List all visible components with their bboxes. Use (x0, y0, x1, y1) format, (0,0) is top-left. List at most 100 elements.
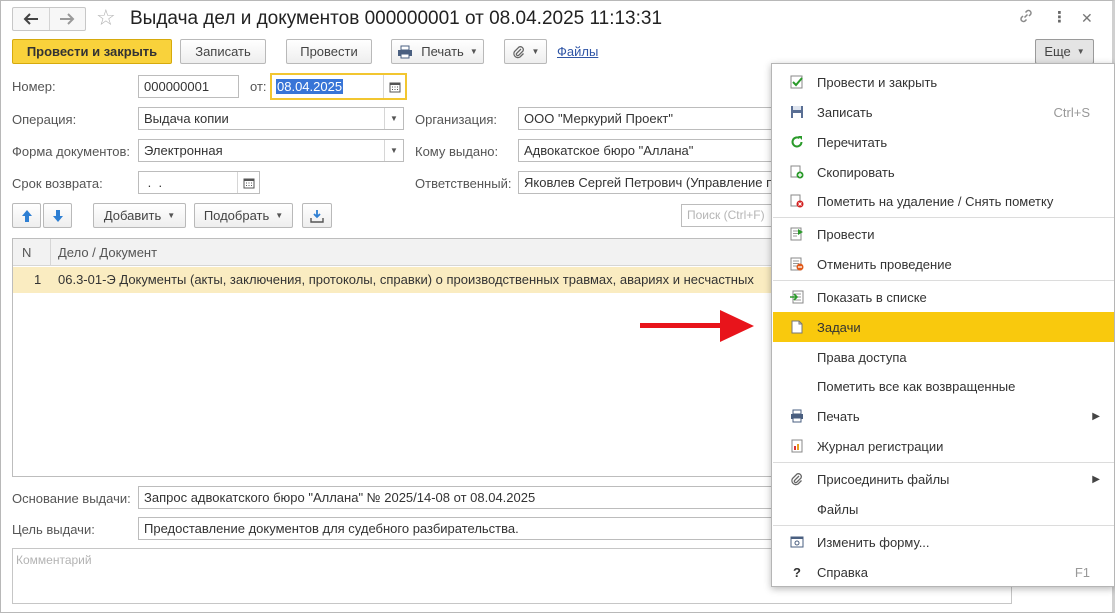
date-value: 08.04.2025 (276, 79, 344, 94)
chevron-down-icon: ▼ (531, 47, 540, 56)
delete-mark-icon (789, 193, 805, 209)
responsible-value: Яковлев Сергей Петрович (Управление п (524, 175, 774, 190)
row-number: 1 (34, 272, 42, 287)
chevron-right-icon: ▶ (1092, 473, 1100, 485)
number-label: Номер: (12, 79, 56, 94)
more-button[interactable]: Еще ▼ (1035, 39, 1094, 64)
arrow-right-icon (60, 13, 75, 25)
comment-placeholder: Комментарий (16, 553, 92, 567)
menu-item-help[interactable]: ? Справка F1 (773, 557, 1114, 587)
chevron-down-icon[interactable]: ▼ (384, 108, 403, 129)
menu-shortcut: Ctrl+S (1053, 104, 1090, 120)
back-button[interactable] (13, 8, 49, 30)
menu-item-unpost[interactable]: Отменить проведение (773, 249, 1114, 279)
move-up-button[interactable] (12, 203, 41, 228)
purpose-field[interactable]: Предоставление документов для судебного … (138, 517, 778, 540)
more-vertical-icon[interactable]: ⋮ (1052, 8, 1067, 28)
menu-item-label: Перечитать (817, 134, 888, 150)
basis-field[interactable]: Запрос адвокатского бюро "Аллана" № 2025… (138, 486, 778, 509)
menu-item-delete-mark[interactable]: Пометить на удаление / Снять пометку (773, 186, 1114, 216)
calendar-button[interactable] (383, 75, 405, 98)
menu-item-refresh[interactable]: Перечитать (773, 127, 1114, 157)
red-arrow-icon (640, 310, 754, 342)
number-value: 000000001 (144, 79, 210, 94)
print-button[interactable]: Печать ▼ (391, 39, 484, 64)
menu-item-print[interactable]: Печать ▶ (773, 401, 1114, 431)
menu-item-event-log[interactable]: Журнал регистрации (773, 431, 1114, 461)
chevron-down-icon: ▼ (1076, 47, 1085, 56)
number-field[interactable]: 000000001 (138, 75, 239, 98)
menu-item-label: Печать (817, 408, 860, 424)
menu-separator (773, 525, 1114, 526)
menu-separator (773, 217, 1114, 218)
menu-item-label: Пометить на удаление / Снять пометку (817, 193, 1054, 209)
organization-value: ООО "Меркурий Проект" (524, 111, 673, 126)
responsible-label: Ответственный: (415, 176, 512, 191)
calendar-icon (389, 82, 400, 92)
menu-item-label: Пометить все как возвращенные (817, 378, 1016, 394)
add-label: Добавить (103, 208, 162, 223)
post-button[interactable]: Провести (286, 39, 372, 64)
menu-item-access-rights[interactable]: Права доступа (773, 342, 1114, 372)
link-icon[interactable] (1018, 8, 1034, 30)
save-label: Записать (195, 44, 251, 59)
menu-item-files[interactable]: Файлы (773, 494, 1114, 524)
post-icon (789, 226, 805, 242)
menu-item-copy[interactable]: Скопировать (773, 157, 1114, 187)
menu-item-label: Задачи (817, 319, 861, 335)
menu-item-save[interactable]: Записать Ctrl+S (773, 97, 1114, 127)
post-and-close-button[interactable]: Провести и закрыть (12, 39, 172, 64)
basis-value: Запрос адвокатского бюро "Аллана" № 2025… (144, 490, 536, 505)
pick-button[interactable]: Подобрать ▼ (194, 203, 293, 228)
menu-item-label: Права доступа (817, 349, 907, 365)
doc-form-select[interactable]: Электронная ▼ (138, 139, 404, 162)
column-document[interactable]: Дело / Документ (58, 245, 157, 260)
menu-item-mark-all-returned[interactable]: Пометить все как возвращенные (773, 371, 1114, 401)
show-in-list-icon (789, 289, 805, 305)
move-down-button[interactable] (43, 203, 72, 228)
operation-value: Выдача копии (144, 111, 229, 126)
close-icon[interactable]: ✕ (1081, 8, 1093, 28)
printer-icon (398, 45, 413, 58)
doc-form-label: Форма документов: (12, 144, 131, 159)
operation-select[interactable]: Выдача копии ▼ (138, 107, 404, 130)
organization-field[interactable]: ООО "Меркурий Проект" (518, 107, 778, 130)
search-placeholder: Поиск (Ctrl+F) (687, 208, 765, 222)
date-field[interactable]: 08.04.2025 (270, 73, 407, 100)
column-n[interactable]: N (22, 245, 31, 260)
save-button[interactable]: Записать (180, 39, 266, 64)
return-date-field[interactable]: . . (138, 171, 260, 194)
tasks-icon (789, 319, 805, 335)
calendar-button[interactable] (237, 172, 259, 193)
menu-separator (773, 280, 1114, 281)
arrow-down-icon (52, 209, 63, 222)
favorite-star-icon[interactable]: ☆ (96, 6, 116, 30)
menu-item-post[interactable]: Провести (773, 219, 1114, 249)
menu-item-post-close[interactable]: Провести и закрыть (773, 67, 1114, 97)
post-and-close-label: Провести и закрыть (26, 44, 158, 59)
forward-button[interactable] (48, 8, 86, 30)
pick-label: Подобрать (203, 208, 270, 223)
menu-item-show-in-list[interactable]: Показать в списке (773, 282, 1114, 312)
chevron-right-icon: ▶ (1092, 410, 1100, 422)
responsible-field[interactable]: Яковлев Сергей Петрович (Управление п (518, 171, 778, 194)
menu-item-tasks[interactable]: Задачи (773, 312, 1114, 342)
table-search-input[interactable]: Поиск (Ctrl+F) (681, 204, 778, 227)
chevron-down-icon[interactable]: ▼ (384, 140, 403, 161)
chevron-down-icon: ▼ (167, 211, 176, 220)
post-close-icon (789, 74, 805, 90)
files-link[interactable]: Файлы (557, 44, 598, 59)
menu-item-label: Отменить проведение (817, 256, 952, 272)
menu-item-label: Файлы (817, 501, 859, 517)
chevron-down-icon: ▼ (275, 211, 284, 220)
issued-to-field[interactable]: Адвокатское бюро "Аллана" (518, 139, 778, 162)
more-label: Еще (1044, 44, 1071, 59)
menu-item-label: Провести (817, 226, 875, 242)
attach-button[interactable]: ▼ (504, 39, 547, 64)
menu-item-attach-files[interactable]: Присоединить файлы ▶ (773, 464, 1114, 494)
add-button[interactable]: Добавить ▼ (93, 203, 186, 228)
menu-item-change-form[interactable]: Изменить форму... (773, 527, 1114, 557)
menu-item-label: Провести и закрыть (817, 74, 938, 90)
import-button[interactable] (302, 203, 332, 228)
menu-shortcut: F1 (1074, 564, 1090, 580)
